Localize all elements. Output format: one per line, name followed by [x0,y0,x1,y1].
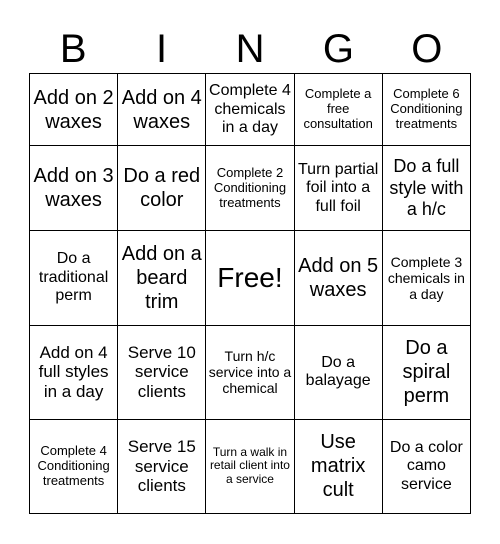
board-row: Add on 3 waxes Do a red color Complete 2… [28,145,472,232]
bingo-cell[interactable]: Add on 4 waxes [117,72,207,147]
bingo-cell[interactable]: Complete 3 chemicals in a day [381,230,472,326]
header-letter-b: B [59,27,87,71]
bingo-cell[interactable]: Do a red color [117,145,207,232]
header-letter-n: N [235,27,265,71]
bingo-cell[interactable]: Turn partial foil into a full foil [293,145,383,232]
bingo-cell[interactable]: Add on 3 waxes [28,145,119,232]
bingo-cell[interactable]: Turn h/c service into a chemical [205,324,295,420]
bingo-cell[interactable]: Complete 2 Conditioning treatments [205,145,295,232]
bingo-cell[interactable]: Use matrix cult [293,418,383,515]
board-row: Complete 4 Conditioning treatments Serve… [28,418,472,515]
header-letter-o: O [411,27,443,71]
board-row: Do a traditional perm Add on a beard tri… [28,230,472,326]
bingo-header: B I N G O [29,26,471,72]
bingo-cell[interactable]: Complete 4 Conditioning treatments [28,418,119,515]
bingo-cell[interactable]: Do a color camo service [381,418,472,515]
board-row: Add on 2 waxes Add on 4 waxes Complete 4… [28,72,472,147]
header-letter-i: I [156,27,168,71]
bingo-cell[interactable]: Serve 10 service clients [117,324,207,420]
free-space-cell[interactable]: Free! [205,230,295,326]
bingo-cell[interactable]: Add on 4 full styles in a day [28,324,119,420]
header-letter-g: G [322,27,354,71]
bingo-cell[interactable]: Add on a beard trim [117,230,207,326]
bingo-cell[interactable]: Do a traditional perm [28,230,119,326]
bingo-cell[interactable]: Complete 4 chemicals in a day [205,72,295,147]
bingo-cell[interactable]: Serve 15 service clients [117,418,207,515]
board-row: Add on 4 full styles in a day Serve 10 s… [28,324,472,420]
bingo-cell[interactable]: Complete a free consultation [293,72,383,147]
bingo-cell[interactable]: Complete 6 Conditioning treatments [381,72,472,147]
bingo-board: Add on 2 waxes Add on 4 waxes Complete 4… [28,72,472,515]
bingo-cell[interactable]: Do a full style with a h/c [381,145,472,232]
bingo-cell[interactable]: Do a balayage [293,324,383,420]
bingo-cell[interactable]: Turn a walk in retail client into a serv… [205,418,295,515]
bingo-cell[interactable]: Do a spiral perm [381,324,472,420]
bingo-cell[interactable]: Add on 5 waxes [293,230,383,326]
bingo-cell[interactable]: Add on 2 waxes [28,72,119,147]
